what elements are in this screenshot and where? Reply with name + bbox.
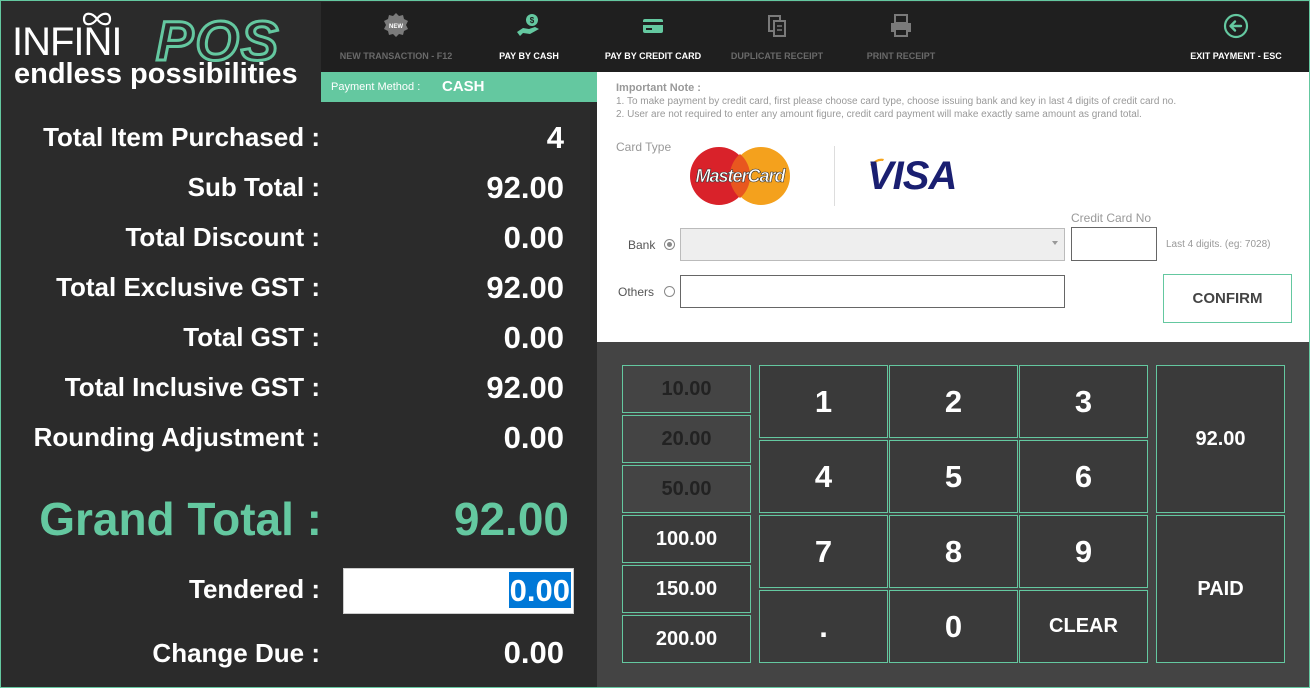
- grand-total-label: Grand Total :: [39, 493, 322, 545]
- mastercard-logo[interactable]: MasterCard: [686, 146, 794, 206]
- payment-window: INFINI POS endless possibilities NEW NEW…: [0, 0, 1310, 688]
- key-decimal-button[interactable]: .: [759, 590, 888, 663]
- print-receipt-label: PRINT RECEIPT: [866, 51, 936, 61]
- bank-radio[interactable]: [664, 239, 675, 250]
- svg-text:$: $: [530, 16, 535, 25]
- exit-payment-label: EXIT PAYMENT - ESC: [1190, 51, 1282, 61]
- cash-hand-icon: $: [517, 14, 539, 36]
- duplicate-receipt-button[interactable]: DUPLICATE RECEIPT: [715, 2, 839, 72]
- preset-200-button[interactable]: 200.00: [622, 615, 751, 663]
- print-receipt-button[interactable]: PRINT RECEIPT: [839, 2, 963, 72]
- preset-20-button[interactable]: 20.00: [622, 415, 751, 463]
- sub-total-label: Sub Total :: [187, 172, 320, 202]
- duplicate-receipt-label: DUPLICATE RECEIPT: [730, 51, 824, 61]
- tendered-value[interactable]: 0.00: [508, 572, 571, 608]
- payment-method-bar: Payment Method : CASH: [321, 72, 597, 102]
- app-logo: INFINI POS endless possibilities: [2, 2, 321, 101]
- important-note-line-2: 2. User are not required to enter any am…: [616, 109, 1142, 120]
- key-3-button[interactable]: 3: [1019, 365, 1148, 438]
- card-type-label: Card Type: [616, 140, 672, 154]
- confirm-button[interactable]: CONFIRM: [1163, 274, 1292, 323]
- total-discount-label: Total Discount :: [125, 222, 320, 252]
- exact-amount-button[interactable]: 92.00: [1156, 365, 1285, 513]
- back-arrow-circle-icon: [1223, 13, 1249, 39]
- key-0-button[interactable]: 0: [889, 590, 1018, 663]
- payment-method-value: CASH: [442, 78, 485, 95]
- paid-button[interactable]: PAID: [1156, 515, 1285, 663]
- credit-card-icon: [643, 19, 663, 33]
- new-transaction-button[interactable]: NEW NEW TRANSACTION - F12: [321, 2, 471, 72]
- exit-payment-button[interactable]: EXIT PAYMENT - ESC: [1176, 2, 1296, 72]
- total-exclusive-gst-value: 92.00: [486, 270, 564, 305]
- credit-card-no-label: Credit Card No: [1071, 211, 1152, 225]
- total-discount-value: 0.00: [503, 220, 564, 255]
- preset-50-button[interactable]: 50.00: [622, 465, 751, 513]
- new-badge-icon: NEW: [384, 13, 408, 37]
- total-items-value: 4: [546, 120, 564, 155]
- pay-by-cash-label: PAY BY CASH: [499, 51, 559, 61]
- key-5-button[interactable]: 5: [889, 440, 1018, 513]
- others-input[interactable]: [680, 275, 1065, 308]
- key-9-button[interactable]: 9: [1019, 515, 1148, 588]
- total-inclusive-gst-value: 92.00: [486, 370, 564, 405]
- pay-by-credit-card-button[interactable]: PAY BY CREDIT CARD: [591, 2, 715, 72]
- total-gst-value: 0.00: [503, 320, 564, 355]
- chevron-down-icon: [1052, 241, 1058, 245]
- key-8-button[interactable]: 8: [889, 515, 1018, 588]
- card-type-divider: [834, 146, 835, 206]
- bank-select[interactable]: [680, 228, 1065, 261]
- important-note-title: Important Note :: [616, 82, 701, 94]
- order-summary: Total Item Purchased : 4 Sub Total : 92.…: [2, 102, 597, 687]
- key-2-button[interactable]: 2: [889, 365, 1018, 438]
- keypad: 10.00 20.00 50.00 100.00 150.00 200.00 1…: [597, 342, 1309, 687]
- svg-text:NEW: NEW: [389, 24, 403, 30]
- preset-150-button[interactable]: 150.00: [622, 565, 751, 613]
- credit-card-no-input[interactable]: [1071, 227, 1157, 261]
- mastercard-text: MasterCard: [695, 166, 786, 186]
- infinity-icon: [82, 12, 112, 26]
- key-6-button[interactable]: 6: [1019, 440, 1148, 513]
- total-gst-label: Total GST :: [183, 322, 320, 352]
- total-inclusive-gst-label: Total Inclusive GST :: [64, 372, 320, 402]
- new-transaction-label: NEW TRANSACTION - F12: [339, 51, 453, 61]
- others-label: Others: [618, 285, 655, 299]
- key-4-button[interactable]: 4: [759, 440, 888, 513]
- tendered-input[interactable]: 0.00: [343, 568, 574, 614]
- change-due-label: Change Due :: [152, 638, 320, 668]
- grand-total-value: 92.00: [453, 493, 569, 545]
- payment-method-label: Payment Method :: [331, 81, 421, 93]
- change-due-value: 0.00: [503, 635, 564, 670]
- sub-total-value: 92.00: [486, 170, 564, 205]
- rounding-adjustment-label: Rounding Adjustment :: [33, 422, 320, 452]
- pay-by-cash-button[interactable]: $ PAY BY CASH: [467, 2, 591, 72]
- rounding-adjustment-value: 0.00: [503, 420, 564, 455]
- toolbar: NEW NEW TRANSACTION - F12 $ PAY BY CASH …: [321, 2, 1309, 72]
- preset-100-button[interactable]: 100.00: [622, 515, 751, 563]
- important-note-line-1: 1. To make payment by credit card, first…: [616, 96, 1177, 107]
- others-radio[interactable]: [664, 286, 675, 297]
- bank-label: Bank: [628, 238, 656, 252]
- key-1-button[interactable]: 1: [759, 365, 888, 438]
- total-exclusive-gst-label: Total Exclusive GST :: [56, 272, 320, 302]
- credit-card-no-hint: Last 4 digits. (eg: 7028): [1166, 239, 1271, 250]
- printer-icon: [891, 14, 911, 37]
- credit-card-panel: Important Note : 1. To make payment by c…: [597, 72, 1309, 342]
- clear-button[interactable]: CLEAR: [1019, 590, 1148, 663]
- logo-tagline: endless possibilities: [14, 58, 298, 90]
- total-items-label: Total Item Purchased :: [43, 122, 320, 152]
- key-7-button[interactable]: 7: [759, 515, 888, 588]
- preset-10-button[interactable]: 10.00: [622, 365, 751, 413]
- tendered-label: Tendered :: [189, 574, 320, 604]
- visa-logo[interactable]: VISA: [867, 154, 957, 199]
- pay-by-credit-card-label: PAY BY CREDIT CARD: [604, 51, 702, 61]
- duplicate-icon: [768, 15, 786, 37]
